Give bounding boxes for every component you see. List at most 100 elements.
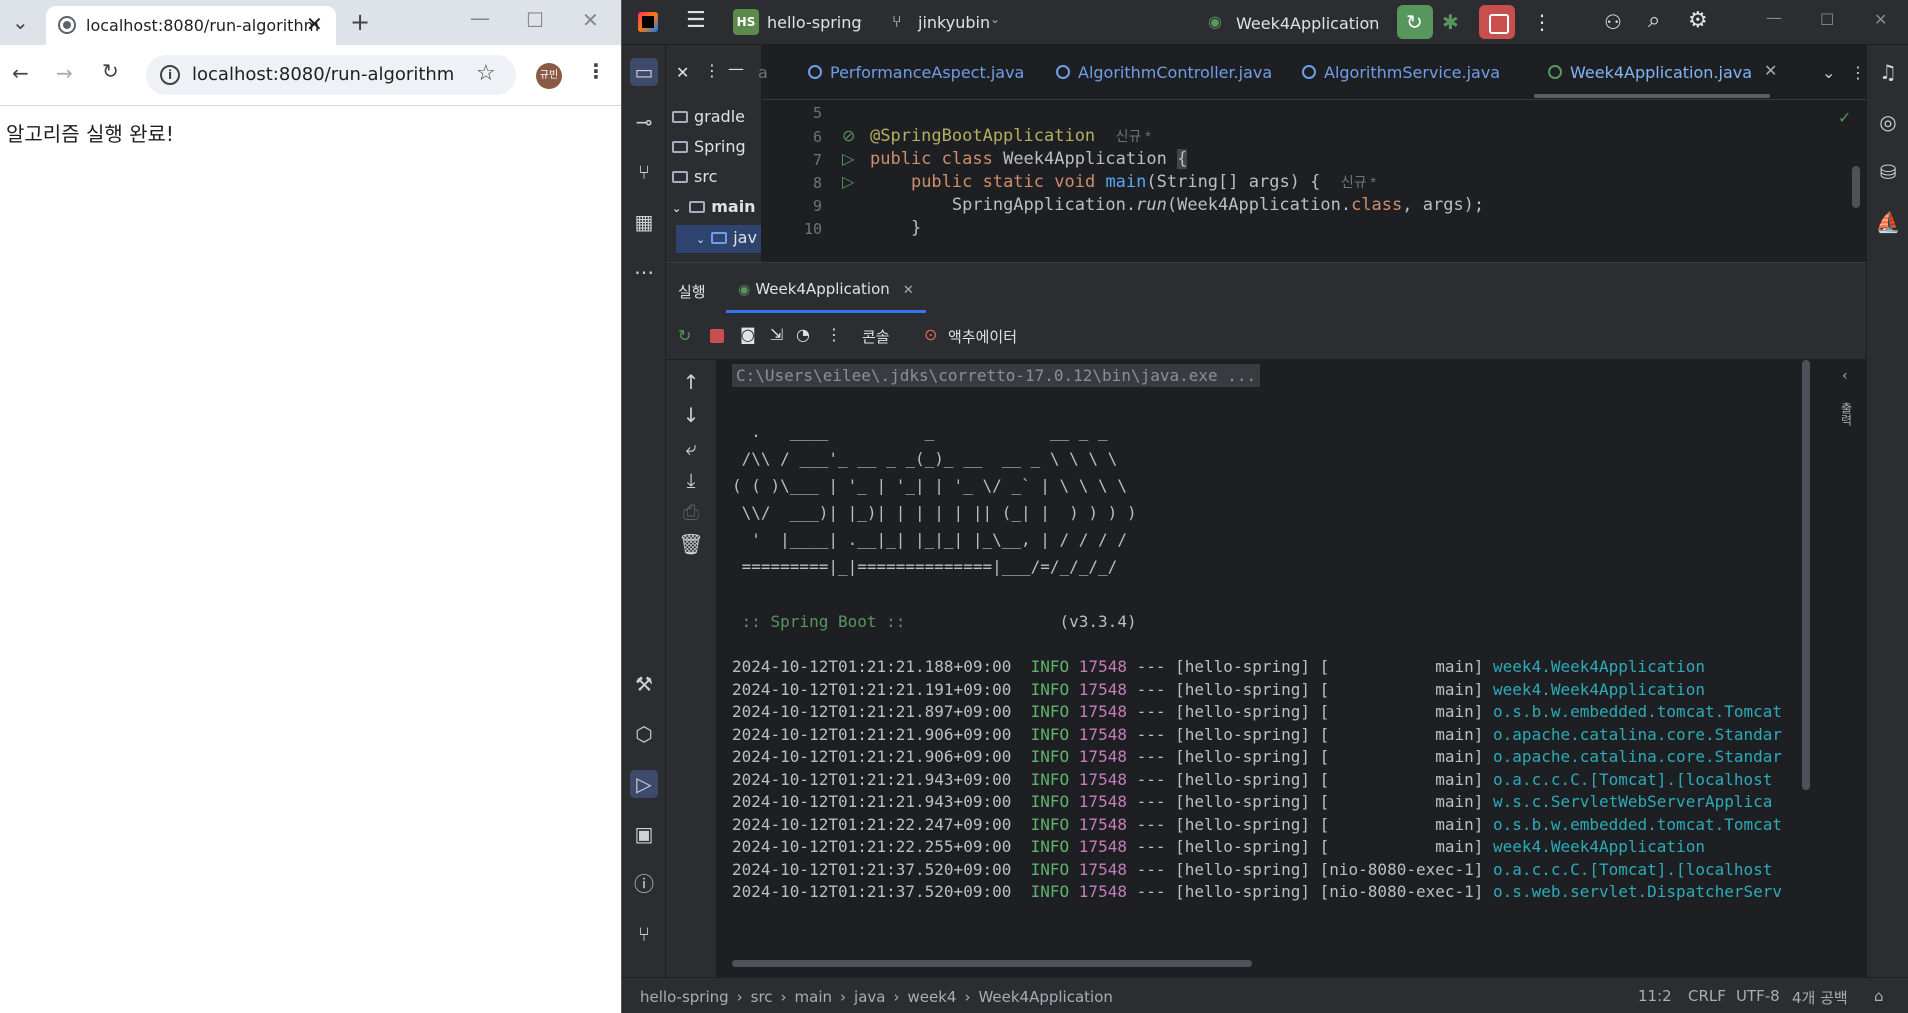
services-icon[interactable]: ⬡	[630, 720, 658, 748]
vcs-user[interactable]: jinkyubin	[918, 13, 990, 32]
more-kebab-icon[interactable]: ⋮	[826, 325, 842, 344]
close-window-icon[interactable]: ✕	[1874, 10, 1887, 29]
run-tab-week4[interactable]: ◉ Week4Application ✕	[726, 273, 926, 313]
console-hscrollbar[interactable]	[732, 960, 1252, 967]
stop-button[interactable]	[1479, 5, 1515, 39]
commit-icon[interactable]: ⊸	[630, 108, 658, 136]
structure-icon[interactable]: ▦	[630, 208, 658, 236]
tab-search-icon[interactable]: ⌄	[12, 10, 29, 34]
more-kebab-icon[interactable]: ⋮	[1532, 10, 1552, 34]
bookmark-star-icon[interactable]: ☆	[476, 61, 496, 86]
soft-wrap-icon[interactable]: ⤶	[677, 434, 705, 462]
rerun-button[interactable]: ↻	[1397, 5, 1433, 39]
ai-assistant-icon[interactable]: ◎	[1874, 108, 1902, 136]
database-icon[interactable]: ⛁	[1874, 158, 1902, 186]
pull-request-icon[interactable]: ⑂	[630, 158, 658, 186]
breadcrumb-item[interactable]: hello-spring	[640, 988, 729, 1006]
close-tab-icon[interactable]: ✕	[1764, 61, 1777, 80]
tree-item-spring[interactable]: Spring	[672, 137, 746, 156]
chevron-down-icon[interactable]: ⌄	[1822, 63, 1835, 82]
maximize-icon[interactable]: ☐	[1820, 10, 1834, 29]
chevron-left-icon[interactable]: ‹	[1842, 368, 1848, 384]
reload-icon[interactable]: ↻	[102, 59, 119, 83]
new-tab-icon[interactable]: +	[350, 8, 370, 36]
hide-panel-icon[interactable]: —	[728, 59, 744, 78]
debug-bug-icon[interactable]: ✱	[1442, 10, 1459, 34]
run-gutter-icon[interactable]: ▷	[842, 149, 854, 168]
console-scrollbar[interactable]	[1802, 360, 1810, 790]
restore-layout-icon[interactable]: ⇲	[770, 325, 783, 344]
print-icon[interactable]: ⎙	[677, 498, 705, 526]
tab-performance-aspect[interactable]: PerformanceAspect.java	[808, 63, 1024, 82]
search-icon[interactable]: ⌕	[1648, 8, 1660, 33]
run-gutter-icon[interactable]: ▷	[842, 172, 854, 191]
project-name[interactable]: hello-spring	[767, 13, 862, 32]
screenshot-camera-icon[interactable]: ◙	[740, 325, 756, 344]
notifications-bell-icon[interactable]: ♫	[1874, 58, 1902, 86]
output-side-label[interactable]: 출력	[1838, 402, 1855, 426]
maximize-icon[interactable]: ☐	[526, 8, 544, 32]
terminal-icon[interactable]: ▣	[630, 820, 658, 848]
profiler-gauge-icon[interactable]: ◔	[796, 325, 810, 344]
project-badge[interactable]: HS	[733, 9, 759, 35]
editor-tab-truncated[interactable]: a	[758, 63, 768, 82]
close-panel-icon[interactable]: ✕	[676, 63, 689, 82]
scroll-down-arrow-icon[interactable]: ↓	[677, 401, 705, 429]
main-menu-icon[interactable]: ☰	[686, 8, 706, 33]
panel-options-icon[interactable]: ⋮	[704, 61, 720, 80]
breadcrumb-item[interactable]: src	[751, 988, 773, 1006]
tree-item-java[interactable]: ⌄ jav	[676, 225, 761, 253]
build-hammer-icon[interactable]: ⚒	[630, 670, 658, 698]
tree-item-main[interactable]: ⌄ main	[672, 197, 756, 216]
spring-bean-icon[interactable]: ⊘	[842, 126, 855, 145]
rerun-icon[interactable]: ↻	[678, 326, 691, 345]
breadcrumb-item[interactable]: Week4Application	[978, 988, 1112, 1006]
file-encoding[interactable]: UTF-8	[1736, 987, 1780, 1005]
gradle-icon[interactable]: ⛵	[1874, 208, 1902, 236]
tab-week4-application[interactable]: Week4Application.java	[1548, 63, 1752, 82]
minimize-icon[interactable]: —	[1766, 8, 1782, 27]
project-folder-icon[interactable]: ▭	[630, 58, 658, 86]
settings-gear-icon[interactable]: ⚙	[1688, 8, 1708, 33]
forward-icon[interactable]: →	[56, 61, 73, 85]
git-icon[interactable]: ⑂	[630, 920, 658, 948]
stop-icon[interactable]	[710, 329, 724, 343]
menu-kebab-icon[interactable]: ⋮	[586, 59, 606, 83]
breadcrumb-item[interactable]: main	[795, 988, 832, 1006]
more-tools-icon[interactable]: ⋯	[630, 258, 658, 286]
run-tool-icon[interactable]: ▷	[630, 770, 658, 798]
close-window-icon[interactable]: ✕	[582, 8, 599, 32]
tree-item-gradle[interactable]: gradle	[672, 107, 745, 126]
tab-options-icon[interactable]: ⋮	[1850, 63, 1866, 82]
scroll-up-arrow-icon[interactable]: ↑	[677, 368, 705, 396]
site-info-icon[interactable]: i	[160, 65, 180, 85]
run-config-select[interactable]: Week4Application	[1236, 14, 1379, 33]
minimize-icon[interactable]: —	[470, 6, 490, 30]
browser-tab[interactable]: localhost:8080/run-algorithm ✕	[46, 6, 336, 45]
line-separator[interactable]: CRLF	[1688, 987, 1726, 1005]
editor-scrollbar[interactable]	[1852, 166, 1860, 208]
code-editor[interactable]: 5 6 7 8 9 10 ⊘ ▷ ▷ @SpringBootApplicatio…	[762, 100, 1866, 262]
clear-trash-icon[interactable]: 🗑	[677, 530, 705, 558]
console-output[interactable]: C:\Users\eilee\.jdks\corretto-17.0.12\bi…	[716, 360, 1828, 977]
tab-algorithm-service[interactable]: AlgorithmService.java	[1302, 63, 1500, 82]
close-tab-icon[interactable]: ✕	[306, 12, 323, 36]
problems-icon[interactable]: ⓘ	[630, 870, 658, 898]
tree-item-src[interactable]: src	[672, 167, 717, 186]
tab-scrollbar[interactable]	[1534, 94, 1770, 98]
tab-console[interactable]: 콘솔	[862, 326, 890, 347]
add-user-icon[interactable]: ⚇	[1604, 10, 1622, 34]
caret-position[interactable]: 11:2	[1638, 987, 1672, 1005]
scroll-to-end-icon[interactable]: ⤓	[677, 466, 705, 494]
breadcrumb-item[interactable]: java	[854, 988, 885, 1006]
tab-actuator[interactable]: 액추에이터	[948, 326, 1017, 347]
breadcrumb-item[interactable]: week4	[907, 988, 956, 1006]
address-bar[interactable]: i localhost:8080/run-algorithm ☆	[146, 55, 516, 95]
url-text[interactable]: localhost:8080/run-algorithm	[192, 64, 454, 85]
back-icon[interactable]: ←	[12, 61, 29, 85]
profile-avatar[interactable]: 규빈	[536, 63, 562, 89]
tab-algorithm-controller[interactable]: AlgorithmController.java	[1056, 63, 1272, 82]
close-tab-icon[interactable]: ✕	[903, 283, 914, 298]
indent-setting[interactable]: 4개 공백	[1792, 987, 1848, 1008]
lock-icon[interactable]: ⌂	[1874, 987, 1884, 1005]
